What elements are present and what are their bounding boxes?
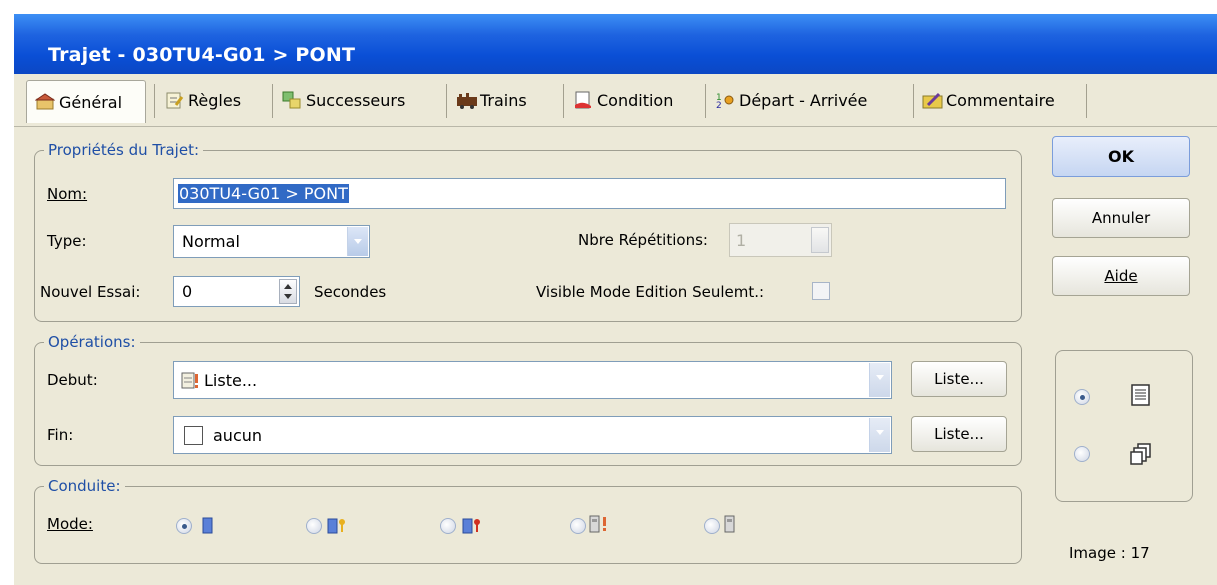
tab-label: Général (59, 92, 123, 112)
type-label: Type: (47, 232, 87, 250)
general-properties-icon (34, 93, 56, 111)
tab-label: Trains (480, 90, 527, 110)
tab-separator (563, 84, 564, 118)
mode-radio-3[interactable] (440, 518, 456, 534)
tab-departure-arrival[interactable]: 12 Départ - Arrivée (715, 80, 867, 120)
aide-button[interactable]: Aide (1052, 256, 1190, 296)
tab-separator (272, 84, 273, 118)
condition-icon (573, 91, 593, 109)
nom-value: 030TU4-G01 > PONT (178, 184, 349, 203)
mode-remote-warning-icon (588, 513, 608, 533)
fin-value: aucun (213, 425, 263, 445)
view-cascade-radio[interactable] (1074, 446, 1090, 462)
mode-label: Mode: (47, 515, 93, 533)
mode-radio-1[interactable] (176, 518, 192, 534)
conduite-legend: Conduite: (44, 477, 125, 495)
tab-label: Successeurs (306, 90, 406, 110)
departure-arrival-icon: 12 (715, 91, 735, 111)
mode-blue-red-key-icon (461, 515, 481, 534)
mode-radio-2[interactable] (306, 518, 322, 534)
repetitions-input[interactable]: 1 (729, 223, 832, 257)
ok-button[interactable]: OK (1052, 136, 1190, 177)
tab-label: Condition (597, 90, 674, 110)
view-list-radio[interactable] (1074, 389, 1090, 405)
visible-checkbox[interactable] (812, 282, 830, 300)
repetitions-spinner[interactable] (811, 227, 829, 253)
essai-unit: Secondes (314, 283, 387, 301)
image-counter: Image : 17 (1069, 544, 1150, 562)
type-select[interactable]: Normal (173, 225, 370, 258)
debut-liste-button[interactable]: Liste... (911, 361, 1007, 397)
tab-separator (913, 84, 914, 118)
tab-separator (154, 84, 155, 118)
tab-condition[interactable]: Condition (573, 80, 673, 120)
mode-radio-4[interactable] (570, 518, 586, 534)
essai-label: Nouvel Essai: (40, 283, 141, 301)
svg-text:2: 2 (716, 101, 722, 109)
tab-label: Départ - Arrivée (739, 90, 868, 110)
essai-spinner[interactable] (279, 279, 297, 304)
essai-value: 0 (182, 282, 193, 301)
list-warning-icon (180, 371, 200, 389)
fin-checkbox-icon (184, 425, 203, 445)
mode-blue-key-icon (326, 515, 346, 534)
nom-input[interactable]: 030TU4-G01 > PONT (173, 178, 1006, 209)
window-title: Trajet - 030TU4-G01 > PONT (48, 44, 356, 66)
repetitions-label: Nbre Répétitions: (578, 231, 708, 249)
operations-legend: Opérations: (44, 333, 140, 351)
properties-legend: Propriétés du Trajet: (44, 141, 204, 159)
fin-liste-button[interactable]: Liste... (911, 416, 1007, 452)
tab-rules[interactable]: Règles (164, 80, 241, 120)
tab-comment[interactable]: Commentaire (922, 80, 1055, 120)
chevron-down-icon[interactable] (869, 363, 890, 397)
debut-value: Liste... (204, 370, 258, 390)
fin-label: Fin: (47, 426, 74, 444)
repetitions-value: 1 (736, 230, 747, 250)
mode-blue-icon (199, 515, 219, 534)
essai-input[interactable]: 0 (173, 276, 300, 307)
annuler-button[interactable]: Annuler (1052, 198, 1190, 238)
title-bar[interactable]: Trajet - 030TU4-G01 > PONT (14, 14, 1217, 74)
successors-icon (282, 91, 302, 109)
tab-trains[interactable]: Trains (456, 80, 527, 120)
type-value: Normal (182, 232, 240, 251)
mode-radio-5[interactable] (704, 518, 720, 534)
tab-separator (1086, 84, 1087, 118)
tab-label: Commentaire (946, 90, 1055, 110)
tab-general[interactable]: Général (26, 80, 146, 123)
visible-label: Visible Mode Edition Seulemt.: (536, 283, 765, 301)
mode-remote-icon (721, 513, 741, 533)
tab-separator (705, 84, 706, 118)
debut-select[interactable]: Liste... (173, 361, 892, 399)
debut-label: Debut: (47, 371, 98, 389)
tab-label: Règles (188, 90, 242, 110)
fin-select[interactable]: aucun (173, 416, 892, 454)
list-view-icon (1129, 383, 1153, 407)
cascade-view-icon (1129, 442, 1153, 466)
trains-icon (456, 91, 477, 109)
tab-successors[interactable]: Successeurs (282, 80, 405, 120)
rules-icon (164, 91, 184, 109)
chevron-down-icon[interactable] (347, 227, 368, 256)
chevron-down-icon[interactable] (869, 418, 890, 452)
tab-separator (446, 84, 447, 118)
aide-label: Aide (1104, 267, 1138, 285)
nom-label: Nom: (47, 185, 88, 203)
comment-icon (922, 91, 943, 109)
view-group (1055, 350, 1193, 502)
